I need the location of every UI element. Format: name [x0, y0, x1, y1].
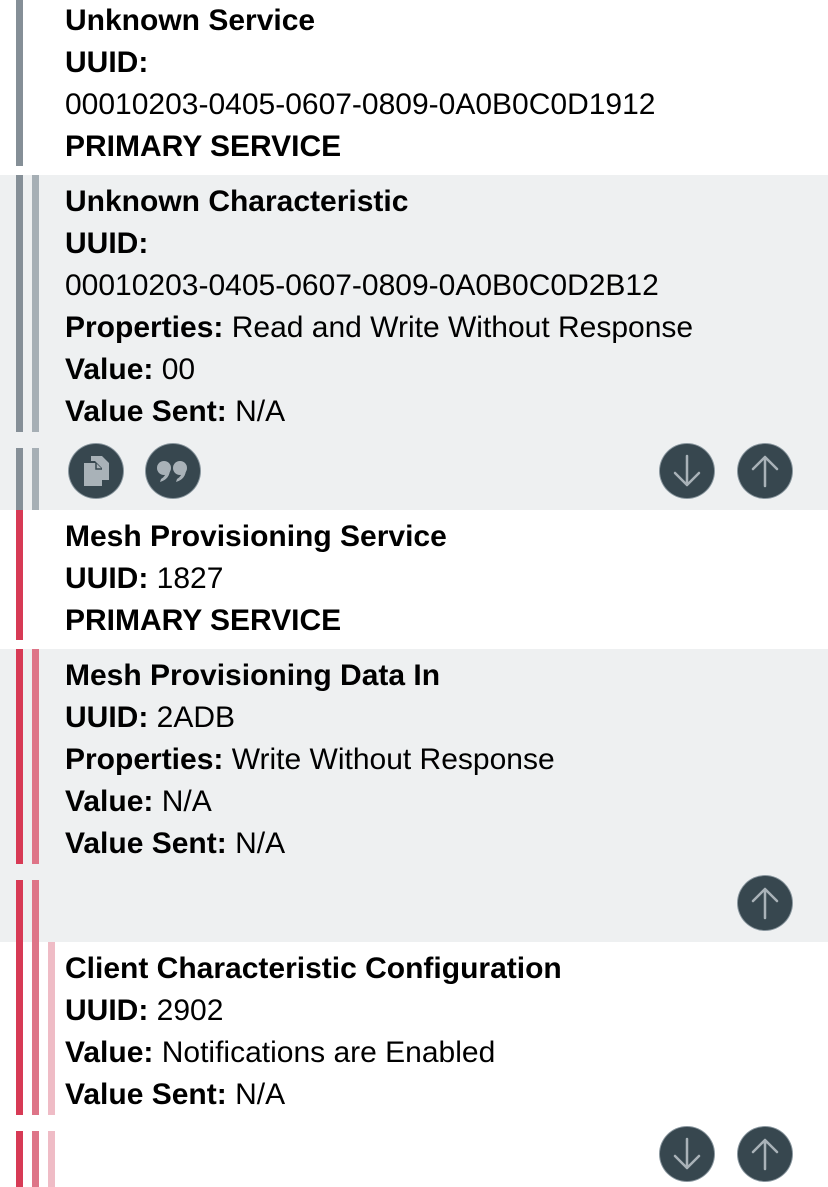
- descriptor-cccd: Client Characteristic Configuration UUID…: [0, 942, 828, 1187]
- service-level-bar: [16, 942, 23, 1115]
- uuid-value: 2902: [156, 994, 224, 1027]
- characteristic-unknown: Unknown Characteristic UUID: 00010203-04…: [0, 175, 828, 510]
- properties-label: Properties:: [65, 743, 224, 776]
- descriptor-name: Client Characteristic Configuration: [65, 952, 562, 985]
- uuid-value: 1827: [156, 562, 224, 595]
- service-level-bar: [16, 0, 23, 166]
- service-level-bar: [16, 175, 23, 432]
- service-level-bar: [16, 448, 23, 510]
- value-label: Value:: [65, 353, 154, 386]
- uuid-label: UUID:: [65, 46, 149, 79]
- service-level-bar: [16, 510, 23, 640]
- service-type: PRIMARY SERVICE: [65, 130, 342, 163]
- value-sent-value: N/A: [235, 827, 286, 860]
- arrow-up-icon: [751, 455, 779, 488]
- characteristic-level-bar: [32, 1131, 39, 1187]
- service-name: Mesh Provisioning Service: [65, 520, 447, 553]
- uuid-label: UUID:: [65, 701, 149, 734]
- write-button[interactable]: [738, 1127, 792, 1181]
- arrow-down-icon: [673, 454, 701, 487]
- uuid-value: 2ADB: [156, 701, 236, 734]
- descriptor-level-bar: [48, 1131, 55, 1187]
- arrow-up-icon: [751, 1138, 779, 1171]
- read-button[interactable]: [660, 1127, 714, 1181]
- uuid-value: 00010203-0405-0607-0809-0A0B0C0D1912: [65, 88, 656, 121]
- properties-value: Read and Write Without Response: [231, 311, 694, 344]
- value-sent-label: Value Sent:: [65, 1078, 227, 1111]
- uuid-label: UUID:: [65, 994, 149, 1027]
- arrow-up-icon: [751, 887, 779, 920]
- service-level-bar: [16, 880, 23, 942]
- uuid-value: 00010203-0405-0607-0809-0A0B0C0D2B12: [65, 269, 659, 302]
- service-level-bar: [16, 649, 23, 864]
- service-level-bar: [16, 1131, 23, 1187]
- characteristic-name: Mesh Provisioning Data In: [65, 659, 441, 692]
- service-name: Unknown Service: [65, 4, 316, 37]
- characteristic-level-bar: [32, 175, 39, 432]
- value-label: Value:: [65, 1036, 154, 1069]
- characteristic-name: Unknown Characteristic: [65, 185, 409, 218]
- value-value: N/A: [161, 785, 212, 818]
- value-sent-label: Value Sent:: [65, 827, 227, 860]
- uuid-label: UUID:: [65, 562, 149, 595]
- read-button[interactable]: [660, 444, 714, 498]
- write-button[interactable]: [738, 876, 792, 930]
- value-value: Notifications are Enabled: [161, 1036, 496, 1069]
- properties-label: Properties:: [65, 311, 224, 344]
- value-sent-value: N/A: [235, 1078, 286, 1111]
- copy-icon: [84, 456, 109, 486]
- value-value: 00: [161, 353, 196, 386]
- quote-icon: [157, 461, 187, 482]
- service-type: PRIMARY SERVICE: [65, 604, 342, 637]
- characteristic-level-bar: [32, 942, 39, 1115]
- characteristic-level-bar: [32, 880, 39, 942]
- value-sent-label: Value Sent:: [65, 395, 227, 428]
- characteristic-mesh-provisioning-data-in: Mesh Provisioning Data In UUID: 2ADB Pro…: [0, 649, 828, 942]
- quote-button[interactable]: [146, 444, 200, 498]
- characteristic-level-bar: [32, 649, 39, 864]
- uuid-label: UUID:: [65, 227, 149, 260]
- value-sent-value: N/A: [235, 395, 286, 428]
- service-unknown: Unknown Service UUID: 00010203-0405-0607…: [0, 0, 828, 168]
- copy-button[interactable]: [69, 444, 123, 498]
- properties-value: Write Without Response: [231, 743, 555, 776]
- value-label: Value:: [65, 785, 154, 818]
- arrow-down-icon: [673, 1137, 701, 1170]
- characteristic-level-bar: [32, 448, 39, 510]
- descriptor-level-bar: [48, 942, 55, 1115]
- service-mesh-provisioning: Mesh Provisioning Service UUID: 1827 PRI…: [0, 510, 828, 649]
- write-button[interactable]: [738, 444, 792, 498]
